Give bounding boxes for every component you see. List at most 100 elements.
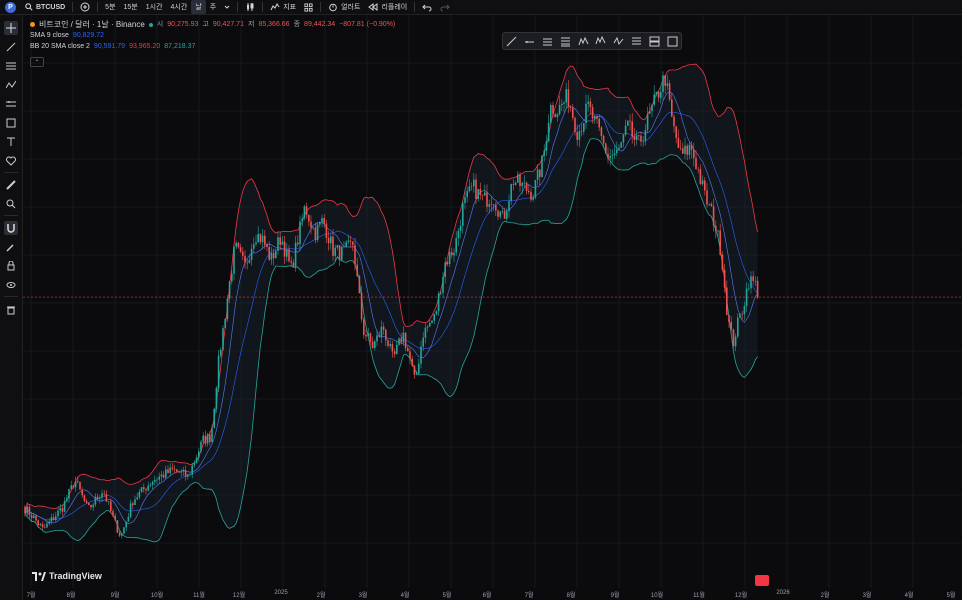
candle-body[interactable] (574, 117, 576, 132)
candle-body[interactable] (398, 338, 400, 345)
candle-body[interactable] (266, 244, 268, 247)
candle-body[interactable] (281, 241, 284, 245)
timeframe-15m[interactable]: 15분 (120, 0, 142, 14)
candle-body[interactable] (24, 506, 26, 514)
pitchfork-icon[interactable] (560, 36, 571, 47)
candle-body[interactable] (171, 467, 174, 469)
candle-body[interactable] (308, 214, 310, 222)
candle-body[interactable] (583, 123, 585, 132)
candle-body[interactable] (314, 227, 317, 241)
candle-body[interactable] (745, 288, 748, 307)
fib-tool[interactable] (4, 59, 18, 73)
candle-body[interactable] (528, 190, 530, 193)
candle-body[interactable] (393, 351, 396, 354)
candle-body[interactable] (473, 179, 475, 187)
candle-body[interactable] (477, 189, 479, 200)
candle-body[interactable] (660, 91, 662, 98)
candle-body[interactable] (136, 497, 138, 500)
candle-body[interactable] (250, 248, 253, 260)
candle-body[interactable] (730, 321, 732, 330)
candle-body[interactable] (334, 247, 336, 256)
candle-body[interactable] (748, 288, 750, 289)
candle-body[interactable] (484, 192, 486, 196)
candle-body[interactable] (138, 491, 141, 498)
candle-body[interactable] (646, 113, 649, 130)
candle-body[interactable] (46, 523, 48, 528)
candle-body[interactable] (376, 335, 378, 342)
candle-body[interactable] (503, 211, 506, 219)
candle-body[interactable] (200, 441, 202, 452)
candle-body[interactable] (701, 180, 704, 184)
candle-body[interactable] (74, 481, 77, 488)
candle-body[interactable] (330, 236, 332, 244)
candle-body[interactable] (750, 276, 752, 289)
candle-body[interactable] (44, 527, 46, 528)
candle-body[interactable] (154, 479, 156, 482)
candle-body[interactable] (743, 306, 746, 315)
abcd-pattern-icon[interactable] (613, 36, 624, 47)
candle-body[interactable] (671, 99, 673, 117)
candle-body[interactable] (270, 253, 273, 260)
candle-body[interactable] (462, 202, 464, 226)
candle-body[interactable] (510, 184, 512, 202)
candle-body[interactable] (576, 131, 578, 140)
candle-body[interactable] (433, 314, 435, 321)
candle-body[interactable] (418, 363, 420, 374)
candle-body[interactable] (193, 462, 196, 466)
candle-body[interactable] (367, 333, 369, 337)
candle-body[interactable] (391, 344, 394, 352)
candle-body[interactable] (756, 280, 759, 298)
candle-body[interactable] (114, 515, 116, 521)
candle-body[interactable] (220, 349, 222, 356)
candle-body[interactable] (26, 506, 28, 514)
candle-body[interactable] (169, 467, 171, 473)
candle-body[interactable] (96, 496, 99, 499)
candle-body[interactable] (686, 145, 688, 155)
candle-body[interactable] (662, 75, 664, 92)
candle-body[interactable] (255, 242, 257, 245)
candle-body[interactable] (204, 435, 207, 444)
candle-body[interactable] (88, 502, 90, 506)
candle-body[interactable] (508, 201, 510, 212)
candle-body[interactable] (481, 194, 484, 196)
candle-body[interactable] (567, 89, 570, 107)
candle-body[interactable] (488, 204, 490, 207)
candle-body[interactable] (710, 204, 713, 207)
candle-body[interactable] (453, 252, 455, 256)
candle-body[interactable] (589, 101, 592, 108)
candle-body[interactable] (649, 111, 651, 114)
candle-body[interactable] (165, 469, 167, 478)
candle-body[interactable] (684, 145, 686, 154)
layout-templates-button[interactable] (300, 0, 317, 14)
candle-body[interactable] (550, 104, 552, 123)
timeframe-1w[interactable]: 주 (206, 0, 220, 14)
candle-body[interactable] (101, 493, 103, 498)
legend-collapse-button[interactable]: ⌃ (30, 57, 44, 67)
candle-body[interactable] (123, 527, 125, 534)
forecast-tool[interactable] (4, 97, 18, 111)
candle-body[interactable] (429, 323, 431, 327)
candle-body[interactable] (231, 273, 233, 282)
candle-body[interactable] (633, 136, 636, 140)
candle-body[interactable] (28, 506, 31, 516)
candle-body[interactable] (519, 174, 521, 187)
candle-body[interactable] (272, 253, 275, 259)
candle-body[interactable] (268, 246, 270, 260)
candle-body[interactable] (690, 144, 693, 150)
candle-body[interactable] (107, 501, 110, 502)
candle-body[interactable] (356, 264, 358, 277)
candle-body[interactable] (151, 481, 154, 485)
candle-body[interactable] (495, 204, 497, 211)
candle-body[interactable] (118, 532, 121, 536)
candle-body[interactable] (39, 524, 42, 526)
candle-body[interactable] (532, 197, 534, 200)
candle-body[interactable] (409, 351, 411, 359)
candle-body[interactable] (253, 244, 255, 249)
candle-body[interactable] (57, 510, 59, 517)
candle-body[interactable] (613, 153, 616, 156)
candle-body[interactable] (132, 503, 134, 505)
candle-body[interactable] (580, 131, 583, 132)
candle-body[interactable] (525, 182, 528, 191)
candle-body[interactable] (275, 250, 277, 259)
candle-body[interactable] (77, 481, 79, 483)
